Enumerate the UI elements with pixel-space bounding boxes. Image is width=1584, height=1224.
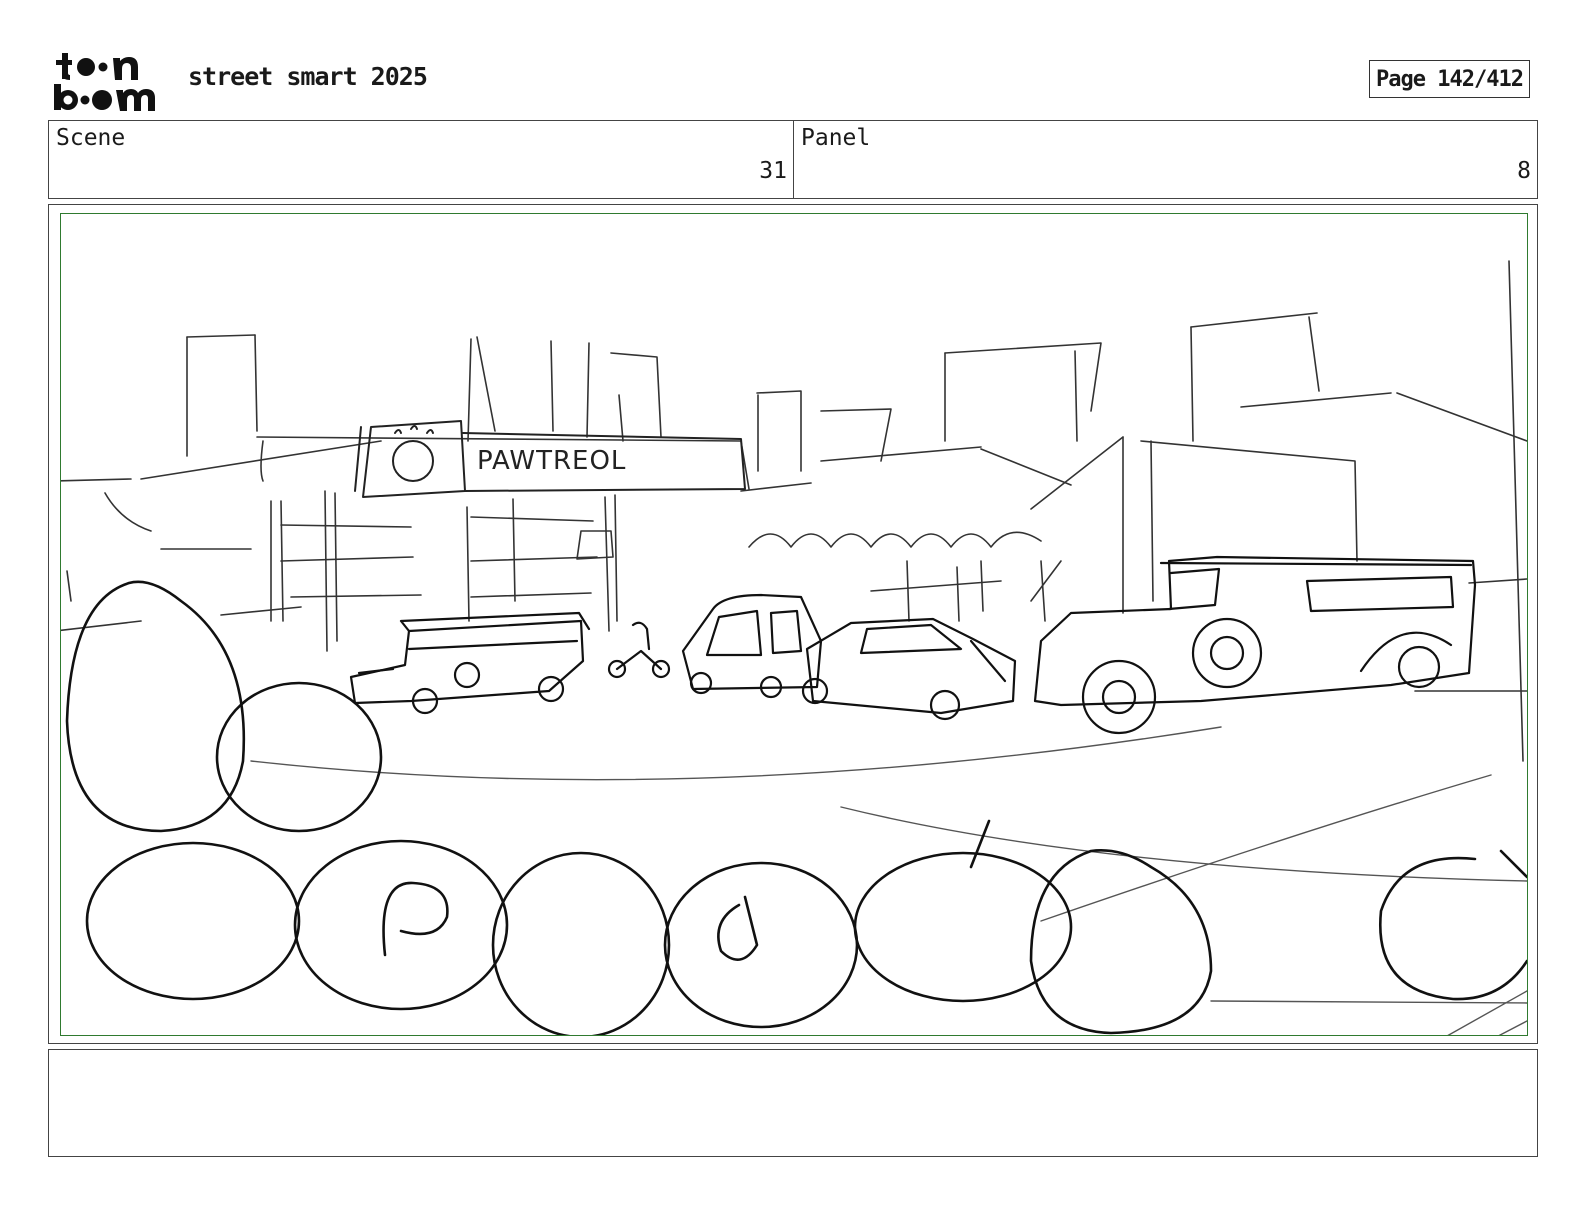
scene-panel-row: Scene 31 Panel 8 xyxy=(48,120,1538,199)
caption-box xyxy=(48,1049,1538,1157)
storyboard-drawing: PAWTREOL xyxy=(60,213,1528,1036)
scene-label: Scene xyxy=(56,125,126,151)
traffic-vehicles xyxy=(349,555,1477,735)
background-buildings xyxy=(61,260,1527,762)
panel-number: 8 xyxy=(1517,158,1531,184)
road-lines xyxy=(250,726,1527,1035)
sign-text: PAWTREOL xyxy=(477,446,626,476)
scene-cell: Scene 31 xyxy=(49,121,794,198)
toonboom-logo xyxy=(50,50,165,112)
panel-cell: Panel 8 xyxy=(794,121,1537,198)
panel-label: Panel xyxy=(801,125,871,151)
project-title: street smart 2025 xyxy=(188,62,428,91)
scene-number: 31 xyxy=(759,158,787,184)
foreground-crowd xyxy=(65,580,1527,1035)
page-number: Page 142/412 xyxy=(1369,60,1530,98)
